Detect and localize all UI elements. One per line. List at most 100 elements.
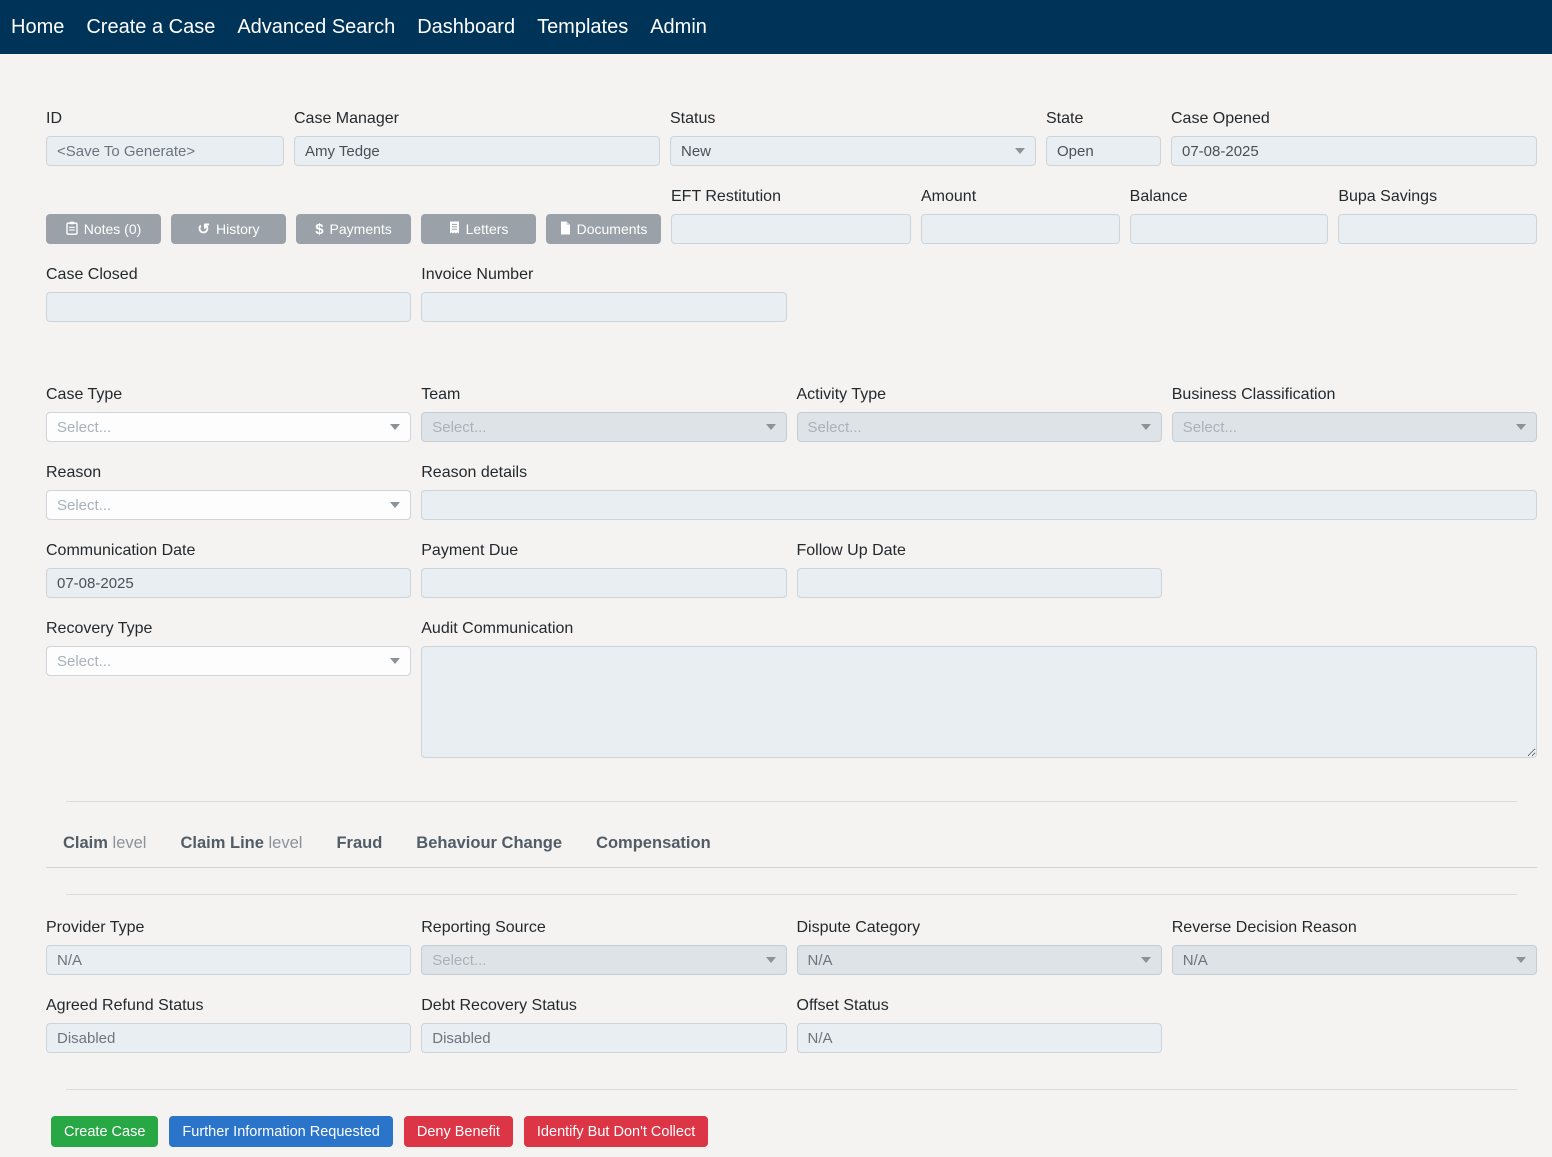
chevron-down-icon — [766, 957, 776, 963]
case-type-value: Select... — [57, 419, 111, 436]
provider-type-input[interactable] — [46, 945, 411, 975]
further-information-requested-button[interactable]: Further Information Requested — [169, 1116, 392, 1147]
case-type-select[interactable]: Select... — [46, 412, 411, 442]
dispute-category-select[interactable]: N/A — [797, 945, 1162, 975]
case-opened-input[interactable] — [1171, 136, 1537, 166]
nav-item-dashboard[interactable]: Dashboard — [406, 0, 526, 54]
case-opened-label: Case Opened — [1171, 108, 1537, 130]
tab-behaviour-change[interactable]: Behaviour Change — [416, 834, 562, 853]
form-actions: Create Case Further Information Requeste… — [46, 1116, 1537, 1147]
agreed-refund-status-label: Agreed Refund Status — [46, 995, 411, 1017]
letters-button[interactable]: Letters — [421, 214, 536, 244]
provider-type-label: Provider Type — [46, 917, 411, 939]
case-toolbar: Notes (0) ↺ History $ Payments Letters D… — [46, 214, 661, 244]
field-recovery-type: Recovery Type Select... — [46, 618, 411, 763]
recovery-type-label: Recovery Type — [46, 618, 411, 640]
nav-item-templates[interactable]: Templates — [526, 0, 639, 54]
case-closed-input[interactable] — [46, 292, 411, 322]
reason-select[interactable]: Select... — [46, 490, 411, 520]
field-case-closed: Case Closed — [46, 264, 411, 322]
debt-recovery-status-label: Debt Recovery Status — [421, 995, 786, 1017]
field-communication-date: Communication Date — [46, 540, 411, 598]
reporting-source-select[interactable]: Select... — [421, 945, 786, 975]
offset-status-label: Offset Status — [797, 995, 1162, 1017]
field-debt-recovery-status: Debt Recovery Status — [421, 995, 786, 1053]
chevron-down-icon — [766, 424, 776, 430]
recovery-type-value: Select... — [57, 653, 111, 670]
chevron-down-icon — [1015, 148, 1025, 154]
chevron-down-icon — [1141, 424, 1151, 430]
history-icon: ↺ — [197, 222, 210, 237]
state-input[interactable] — [1046, 136, 1161, 166]
balance-input[interactable] — [1130, 214, 1329, 244]
field-case-manager: Case Manager — [294, 108, 660, 166]
nav-item-create-a-case[interactable]: Create a Case — [75, 0, 226, 54]
status-label: Status — [670, 108, 1036, 130]
reverse-decision-reason-value: N/A — [1183, 952, 1208, 969]
notes-button-label: Notes (0) — [84, 221, 142, 237]
eft-restitution-input[interactable] — [671, 214, 911, 244]
reason-details-label: Reason details — [421, 462, 1537, 484]
business-classification-value: Select... — [1183, 419, 1237, 436]
nav-item-advanced-search[interactable]: Advanced Search — [226, 0, 406, 54]
field-reporting-source: Reporting Source Select... — [421, 917, 786, 975]
letters-icon — [449, 221, 460, 238]
section-divider — [66, 801, 1517, 802]
activity-type-select[interactable]: Select... — [797, 412, 1162, 442]
reporting-source-value: Select... — [432, 952, 486, 969]
agreed-refund-status-input[interactable] — [46, 1023, 411, 1053]
audit-communication-textarea[interactable] — [421, 646, 1537, 758]
eft-restitution-label: EFT Restitution — [671, 186, 911, 208]
case-manager-input[interactable] — [294, 136, 660, 166]
debt-recovery-status-input[interactable] — [421, 1023, 786, 1053]
reporting-source-label: Reporting Source — [421, 917, 786, 939]
payment-due-input[interactable] — [421, 568, 786, 598]
chevron-down-icon — [1516, 957, 1526, 963]
business-classification-label: Business Classification — [1172, 384, 1537, 406]
documents-button[interactable]: Documents — [546, 214, 661, 244]
case-closed-label: Case Closed — [46, 264, 411, 286]
reverse-decision-reason-select[interactable]: N/A — [1172, 945, 1537, 975]
amount-input[interactable] — [921, 214, 1120, 244]
nav-item-admin[interactable]: Admin — [639, 0, 718, 54]
top-navbar: Home Create a Case Advanced Search Dashb… — [0, 0, 1552, 54]
create-case-button[interactable]: Create Case — [51, 1116, 158, 1147]
chevron-down-icon — [390, 502, 400, 508]
team-value: Select... — [432, 419, 486, 436]
business-classification-select[interactable]: Select... — [1172, 412, 1537, 442]
section-divider — [66, 1089, 1517, 1090]
history-button-label: History — [216, 221, 260, 237]
id-input[interactable] — [46, 136, 284, 166]
field-business-classification: Business Classification Select... — [1172, 384, 1537, 442]
reason-value: Select... — [57, 497, 111, 514]
deny-benefit-button[interactable]: Deny Benefit — [404, 1116, 513, 1147]
follow-up-date-input[interactable] — [797, 568, 1162, 598]
invoice-number-input[interactable] — [421, 292, 786, 322]
reason-details-input[interactable] — [421, 490, 1537, 520]
amount-label: Amount — [921, 186, 1120, 208]
bupa-savings-input[interactable] — [1338, 214, 1537, 244]
team-select[interactable]: Select... — [421, 412, 786, 442]
team-label: Team — [421, 384, 786, 406]
field-payment-due: Payment Due — [421, 540, 786, 598]
history-button[interactable]: ↺ History — [171, 214, 286, 244]
field-id: ID — [46, 108, 284, 166]
balance-label: Balance — [1130, 186, 1329, 208]
field-case-opened: Case Opened — [1171, 108, 1537, 166]
notes-button[interactable]: Notes (0) — [46, 214, 161, 244]
tab-fraud[interactable]: Fraud — [336, 834, 382, 853]
recovery-type-select[interactable]: Select... — [46, 646, 411, 676]
tab-claim-level[interactable]: Claim level — [63, 834, 146, 853]
status-value: New — [681, 143, 711, 160]
tab-claim-line-level[interactable]: Claim Line level — [180, 834, 302, 853]
status-select[interactable]: New — [670, 136, 1036, 166]
section-divider — [66, 894, 1517, 895]
offset-status-input[interactable] — [797, 1023, 1162, 1053]
nav-item-home[interactable]: Home — [0, 0, 75, 54]
communication-date-input[interactable] — [46, 568, 411, 598]
tab-compensation[interactable]: Compensation — [596, 834, 711, 853]
payments-button[interactable]: $ Payments — [296, 214, 411, 244]
identify-but-dont-collect-button[interactable]: Identify But Don't Collect — [524, 1116, 708, 1147]
field-follow-up-date: Follow Up Date — [797, 540, 1162, 598]
case-form: ID Case Manager Status New State Case Op… — [0, 54, 1552, 1157]
